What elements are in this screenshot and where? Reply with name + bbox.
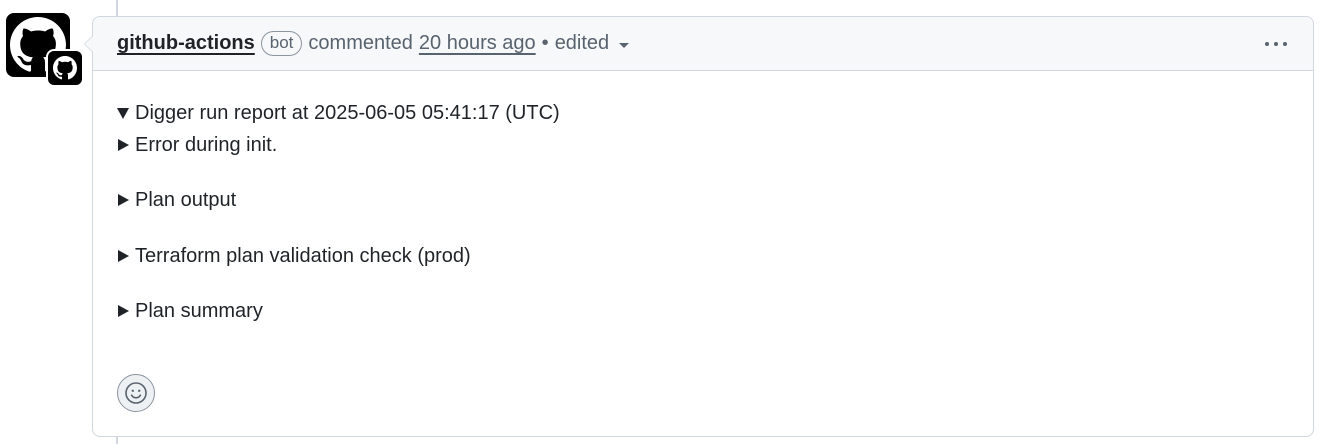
avatar[interactable] xyxy=(6,13,84,87)
caret-down-icon xyxy=(619,43,630,48)
comment-timestamp-link[interactable]: 20 hours ago xyxy=(419,32,536,55)
details-summary-run-report[interactable]: Digger run report at 2025-06-05 05:41:17… xyxy=(117,97,1313,129)
details-summary-plan-summary[interactable]: Plan summary xyxy=(117,295,1313,327)
avatar-badge xyxy=(46,49,84,87)
comment-header: github-actions bot commented 20 hours ag… xyxy=(93,17,1313,71)
comment-action-text: commented xyxy=(308,32,413,54)
summary-label: Digger run report at 2025-06-05 05:41:17… xyxy=(135,101,560,124)
details-summary-validation-check[interactable]: Terraform plan validation check (prod) xyxy=(117,240,1313,272)
kebab-horizontal-icon xyxy=(1265,41,1269,46)
comment-box: github-actions bot commented 20 hours ag… xyxy=(84,16,1314,437)
timeline-line xyxy=(116,436,118,444)
details-summary-error[interactable]: Error during init. xyxy=(117,129,1313,161)
details-summary-plan-output[interactable]: Plan output xyxy=(117,184,1313,216)
summary-label: Terraform plan validation check (prod) xyxy=(135,244,471,267)
triangle-right-icon xyxy=(118,194,129,206)
triangle-right-icon xyxy=(118,139,129,151)
separator-dot: • xyxy=(541,32,549,54)
edited-label: edited xyxy=(554,32,610,54)
timeline-line xyxy=(116,0,118,16)
summary-label: Plan output xyxy=(135,188,237,211)
comment-pointer-fill xyxy=(85,35,94,53)
add-reaction-button[interactable] xyxy=(117,374,155,412)
github-app-badge-icon xyxy=(53,56,77,80)
edited-history-dropdown[interactable]: edited xyxy=(555,32,630,55)
triangle-down-icon xyxy=(117,107,129,119)
timeline-comment: github-actions bot commented 20 hours ag… xyxy=(0,0,1323,444)
bot-badge: bot xyxy=(260,31,303,56)
author-link[interactable]: github-actions xyxy=(117,32,255,55)
summary-label: Plan summary xyxy=(135,299,263,322)
triangle-right-icon xyxy=(118,305,129,317)
smiley-icon xyxy=(125,382,147,404)
comment-body: Digger run report at 2025-06-05 05:41:17… xyxy=(93,71,1313,327)
more-options-button[interactable] xyxy=(1265,36,1287,52)
summary-label: Error during init. xyxy=(135,133,278,156)
triangle-right-icon xyxy=(118,250,129,262)
